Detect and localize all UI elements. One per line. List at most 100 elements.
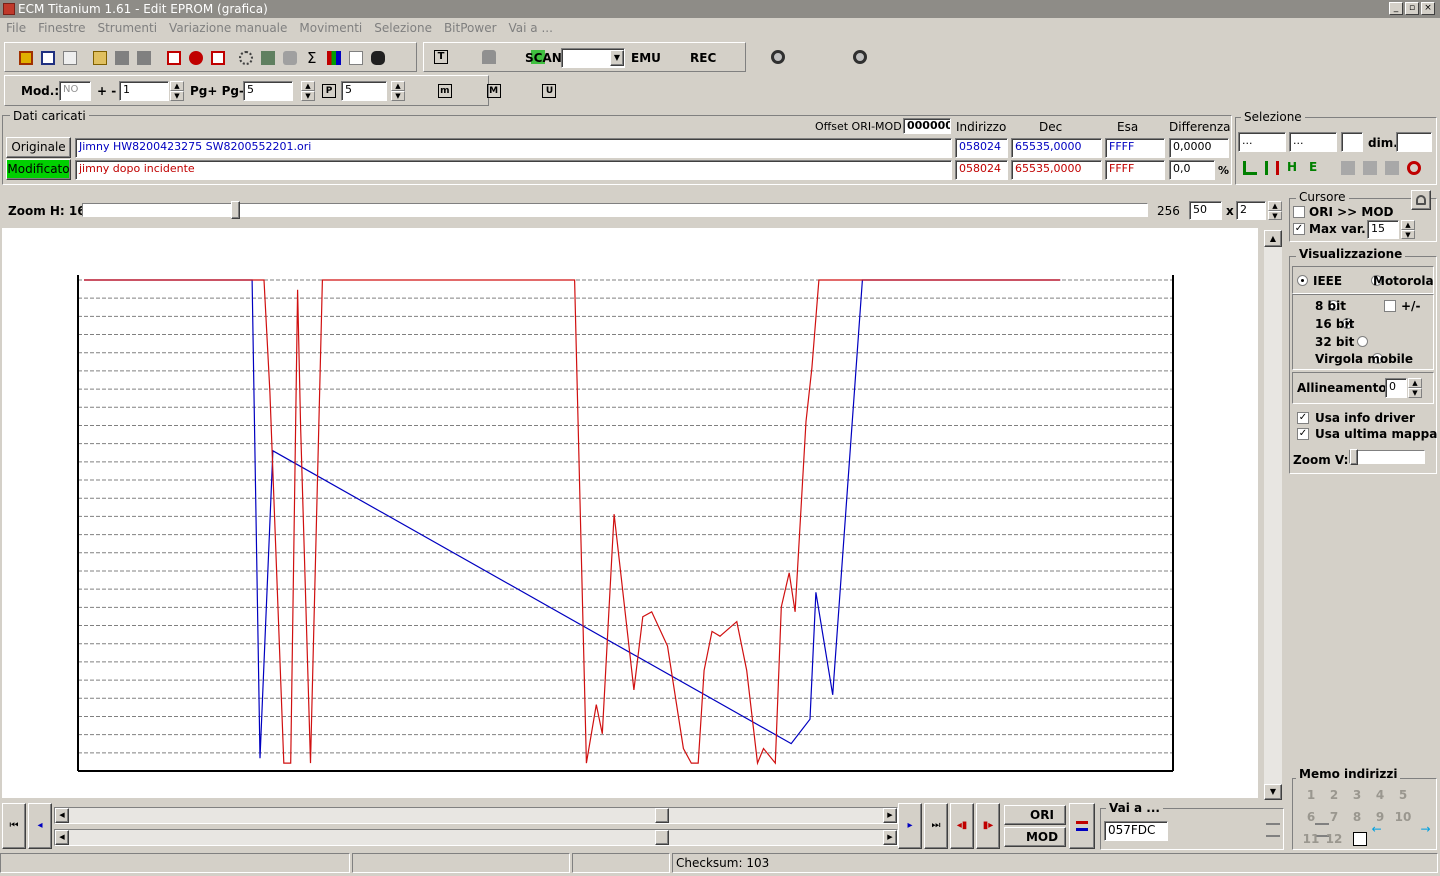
sign-checkbox[interactable] <box>1384 300 1396 312</box>
selezione-field-2[interactable]: ... <box>1289 132 1337 152</box>
check-button[interactable] <box>164 48 184 68</box>
zoom-mult-spinner[interactable]: ▲ ▼ <box>1268 201 1282 220</box>
menu-finestre[interactable]: Finestre <box>32 18 91 36</box>
memo-button-9[interactable]: 9 <box>1370 808 1390 826</box>
zoom-mult-field[interactable]: 2 <box>1236 201 1266 220</box>
memo-button-10[interactable]: 10 <box>1393 808 1413 826</box>
zoom-v-slider[interactable] <box>1349 449 1425 465</box>
first-button[interactable]: ⏮ <box>2 803 26 849</box>
pg-field[interactable]: 5 <box>243 81 293 101</box>
memo-button-12[interactable]: 12 <box>1324 830 1344 848</box>
mod-scroll-right[interactable]: ▶ <box>883 830 897 845</box>
last-button[interactable]: ⏭ <box>924 803 948 849</box>
restore-button[interactable]: ▫ <box>1405 2 1419 15</box>
rec-button[interactable] <box>850 47 870 67</box>
memo-button-8[interactable]: 8 <box>1347 808 1367 826</box>
goto-ori-button[interactable] <box>1263 820 1283 840</box>
memo-button-6[interactable]: 6 <box>1301 808 1321 826</box>
emu-button[interactable] <box>768 47 788 67</box>
menu-bitpower[interactable]: BitPower <box>438 18 503 36</box>
sel-start-button[interactable] <box>1240 158 1260 178</box>
next-button[interactable]: ▸ <box>898 803 922 849</box>
scan-dropdown-button[interactable]: ▼ <box>610 50 624 66</box>
sel-end-button[interactable]: E <box>1306 158 1326 178</box>
sel-undo-button[interactable] <box>1404 158 1424 178</box>
prev-button[interactable]: ◂ <box>28 803 52 849</box>
minimize-button[interactable]: _ <box>1389 2 1403 15</box>
calculator-button[interactable] <box>258 48 278 68</box>
disabled-button-2[interactable] <box>134 48 154 68</box>
zero-button[interactable] <box>208 48 228 68</box>
mod-indirizzo-field[interactable]: 058024 <box>955 160 1008 180</box>
sel-half-button[interactable]: H <box>1284 158 1304 178</box>
modificato-file-field[interactable]: jimny dopo incidente <box>75 160 952 180</box>
pg-spinner[interactable]: ▲ ▼ <box>301 81 315 101</box>
ori-scroll-left[interactable]: ◀ <box>55 808 69 823</box>
usa-info-checkbox[interactable]: ✓ <box>1297 412 1309 424</box>
ori-button[interactable]: ORI <box>1004 805 1066 825</box>
p-spinner[interactable]: ▲ ▼ <box>391 81 405 101</box>
plusminus-spinner[interactable]: ▲ ▼ <box>170 81 184 101</box>
ori-hscrollbar[interactable]: ◀ ▶ <box>54 807 898 824</box>
ori-mod-checkbox[interactable] <box>1293 206 1305 218</box>
originale-file-field[interactable]: Jimny HW8200423275 SW8200552201.ori <box>75 138 952 158</box>
memo-button-7[interactable]: 7 <box>1324 808 1344 826</box>
mod-scroll-thumb[interactable] <box>655 830 669 845</box>
zoom-h-slider-thumb[interactable] <box>231 201 240 219</box>
menu-selezione[interactable]: Selezione <box>368 18 438 36</box>
memo-button-2[interactable]: 2 <box>1324 786 1344 804</box>
copy-button[interactable] <box>60 48 80 68</box>
mod-differenza-field[interactable]: 0,0 <box>1169 160 1215 180</box>
p-button[interactable]: P <box>319 81 339 101</box>
p-field[interactable]: 5 <box>341 81 387 101</box>
ori-scroll-thumb[interactable] <box>655 808 669 823</box>
open-button[interactable] <box>90 48 110 68</box>
mod-field[interactable]: NO <box>59 81 91 101</box>
originale-button[interactable]: Originale <box>6 137 71 158</box>
swap-button[interactable] <box>1069 803 1095 849</box>
plusminus-field[interactable]: 1 <box>119 81 169 101</box>
menu-variazione-manuale[interactable]: Variazione manuale <box>163 18 293 36</box>
menu-strumenti[interactable]: Strumenti <box>91 18 163 36</box>
close-button[interactable]: × <box>1421 2 1435 15</box>
max-var-checkbox[interactable]: ✓ <box>1293 223 1305 235</box>
usa-ultima-checkbox[interactable]: ✓ <box>1297 428 1309 440</box>
windows-button[interactable] <box>38 48 58 68</box>
sel-clear-button[interactable] <box>1262 158 1282 178</box>
ori-dec-field[interactable]: 65535,0000 <box>1011 138 1102 158</box>
graph-button[interactable] <box>346 48 366 68</box>
lock-button[interactable] <box>479 47 499 67</box>
memo-button-11[interactable]: 11 <box>1301 830 1321 848</box>
zoom-v-slider-thumb[interactable] <box>1350 449 1358 465</box>
memo-button-1[interactable]: 1 <box>1301 786 1321 804</box>
ori-indirizzo-field[interactable]: 058024 <box>955 138 1008 158</box>
disabled-button-1[interactable] <box>112 48 132 68</box>
home-button[interactable] <box>16 48 36 68</box>
ieee-radio[interactable] <box>1297 275 1308 286</box>
gear-button[interactable] <box>236 48 256 68</box>
mod-button[interactable]: MOD <box>1004 827 1066 847</box>
mod-scroll-left[interactable]: ◀ <box>55 830 69 845</box>
prev-diff-button[interactable]: ◂▮ <box>950 803 974 849</box>
max-var-field[interactable]: 15 <box>1367 220 1399 239</box>
ori-esa-field[interactable]: FFFF <box>1105 138 1165 158</box>
sel-paste-button[interactable] <box>1360 158 1380 178</box>
mod-esa-field[interactable]: FFFF <box>1105 160 1165 180</box>
app-icon[interactable] <box>3 3 15 15</box>
ori-differenza-field[interactable]: 0,0000 <box>1169 138 1229 158</box>
zoom-value-field[interactable]: 50 <box>1189 201 1222 220</box>
sel-copy-button[interactable] <box>1338 158 1358 178</box>
cursore-lock-button[interactable] <box>1411 190 1431 210</box>
max-var-spinner[interactable]: ▲ ▼ <box>1401 220 1415 239</box>
selezione-field-1[interactable]: ... <box>1238 132 1286 152</box>
menu-file[interactable]: File <box>0 18 32 36</box>
big-m-button[interactable]: M <box>484 81 504 101</box>
mod-hscrollbar[interactable]: ◀ ▶ <box>54 829 898 846</box>
memo-button-4[interactable]: 4 <box>1370 786 1390 804</box>
allineamento-spinner[interactable]: ▲ ▼ <box>1408 378 1422 398</box>
binoculars-button[interactable] <box>368 48 388 68</box>
modificato-button[interactable]: Modificato <box>6 159 71 180</box>
t-button[interactable]: T <box>431 47 451 67</box>
memo-edit-button[interactable] <box>1350 829 1370 849</box>
zoom-h-slider[interactable] <box>82 201 1148 219</box>
